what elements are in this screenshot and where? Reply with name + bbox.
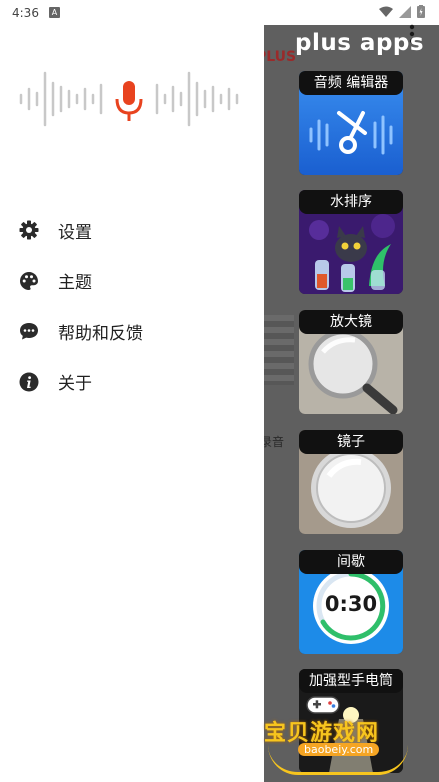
plus-apps-title: plus apps xyxy=(295,30,425,56)
menu-label-theme: 主题 xyxy=(58,273,92,294)
status-icons xyxy=(379,5,425,18)
app-label-flashlight: 加强型手电筒 xyxy=(299,669,403,693)
timer-text: 0:30 xyxy=(324,592,378,616)
app-label-water-sort: 水排序 xyxy=(299,190,403,214)
menu-label-settings: 设置 xyxy=(58,222,92,243)
signal-icon xyxy=(399,5,411,18)
app-logo-peek: PLUS xyxy=(264,49,297,65)
recordings-label-peek: 录音 xyxy=(264,435,285,449)
menu-item-theme[interactable]: 主题 xyxy=(0,256,264,307)
record-button-peek xyxy=(264,315,294,385)
palette-icon xyxy=(18,270,40,292)
feedback-icon xyxy=(18,320,40,342)
battery-icon xyxy=(417,5,425,18)
app-label-interval-timer: 间歇 xyxy=(299,550,403,574)
app-card-magnifier[interactable]: 放大镜 xyxy=(299,310,403,414)
menu-label-about: 关于 xyxy=(58,374,92,395)
app-card-mirror[interactable]: 镜子 xyxy=(299,430,403,534)
menu-item-settings[interactable]: 设置 xyxy=(0,205,264,256)
drawer-menu: 设置 主题 帮助和反馈 关于 xyxy=(0,205,264,407)
watermark-url: baobeiy.com xyxy=(298,743,380,756)
app-label-mirror: 镜子 xyxy=(299,430,403,454)
menu-item-about[interactable]: 关于 xyxy=(0,357,264,408)
menu-label-help-feedback: 帮助和反馈 xyxy=(58,323,143,344)
status-time: 4:36 xyxy=(12,5,39,20)
app-label-audio-editor: 音频 编辑器 xyxy=(299,71,403,95)
navigation-drawer: 设置 主题 帮助和反馈 关于 xyxy=(0,25,264,782)
notification-icon: A xyxy=(48,7,60,18)
microphone-waveform-icon xyxy=(19,71,239,127)
status-bar: 4:36 A xyxy=(0,0,439,25)
gear-icon xyxy=(18,219,40,241)
menu-item-help-feedback[interactable]: 帮助和反馈 xyxy=(0,306,264,357)
app-card-interval-timer[interactable]: 0:30 间歇 xyxy=(299,550,403,654)
app-card-water-sort[interactable]: 水排序 xyxy=(299,190,403,294)
wifi-icon xyxy=(379,6,393,17)
gamepad-icon xyxy=(306,696,340,714)
info-icon xyxy=(18,371,40,393)
app-card-audio-editor[interactable]: 音频 编辑器 xyxy=(299,71,403,175)
app-label-magnifier: 放大镜 xyxy=(299,310,403,334)
watermark: 宝贝游戏网 baobeiy.com xyxy=(258,696,418,782)
